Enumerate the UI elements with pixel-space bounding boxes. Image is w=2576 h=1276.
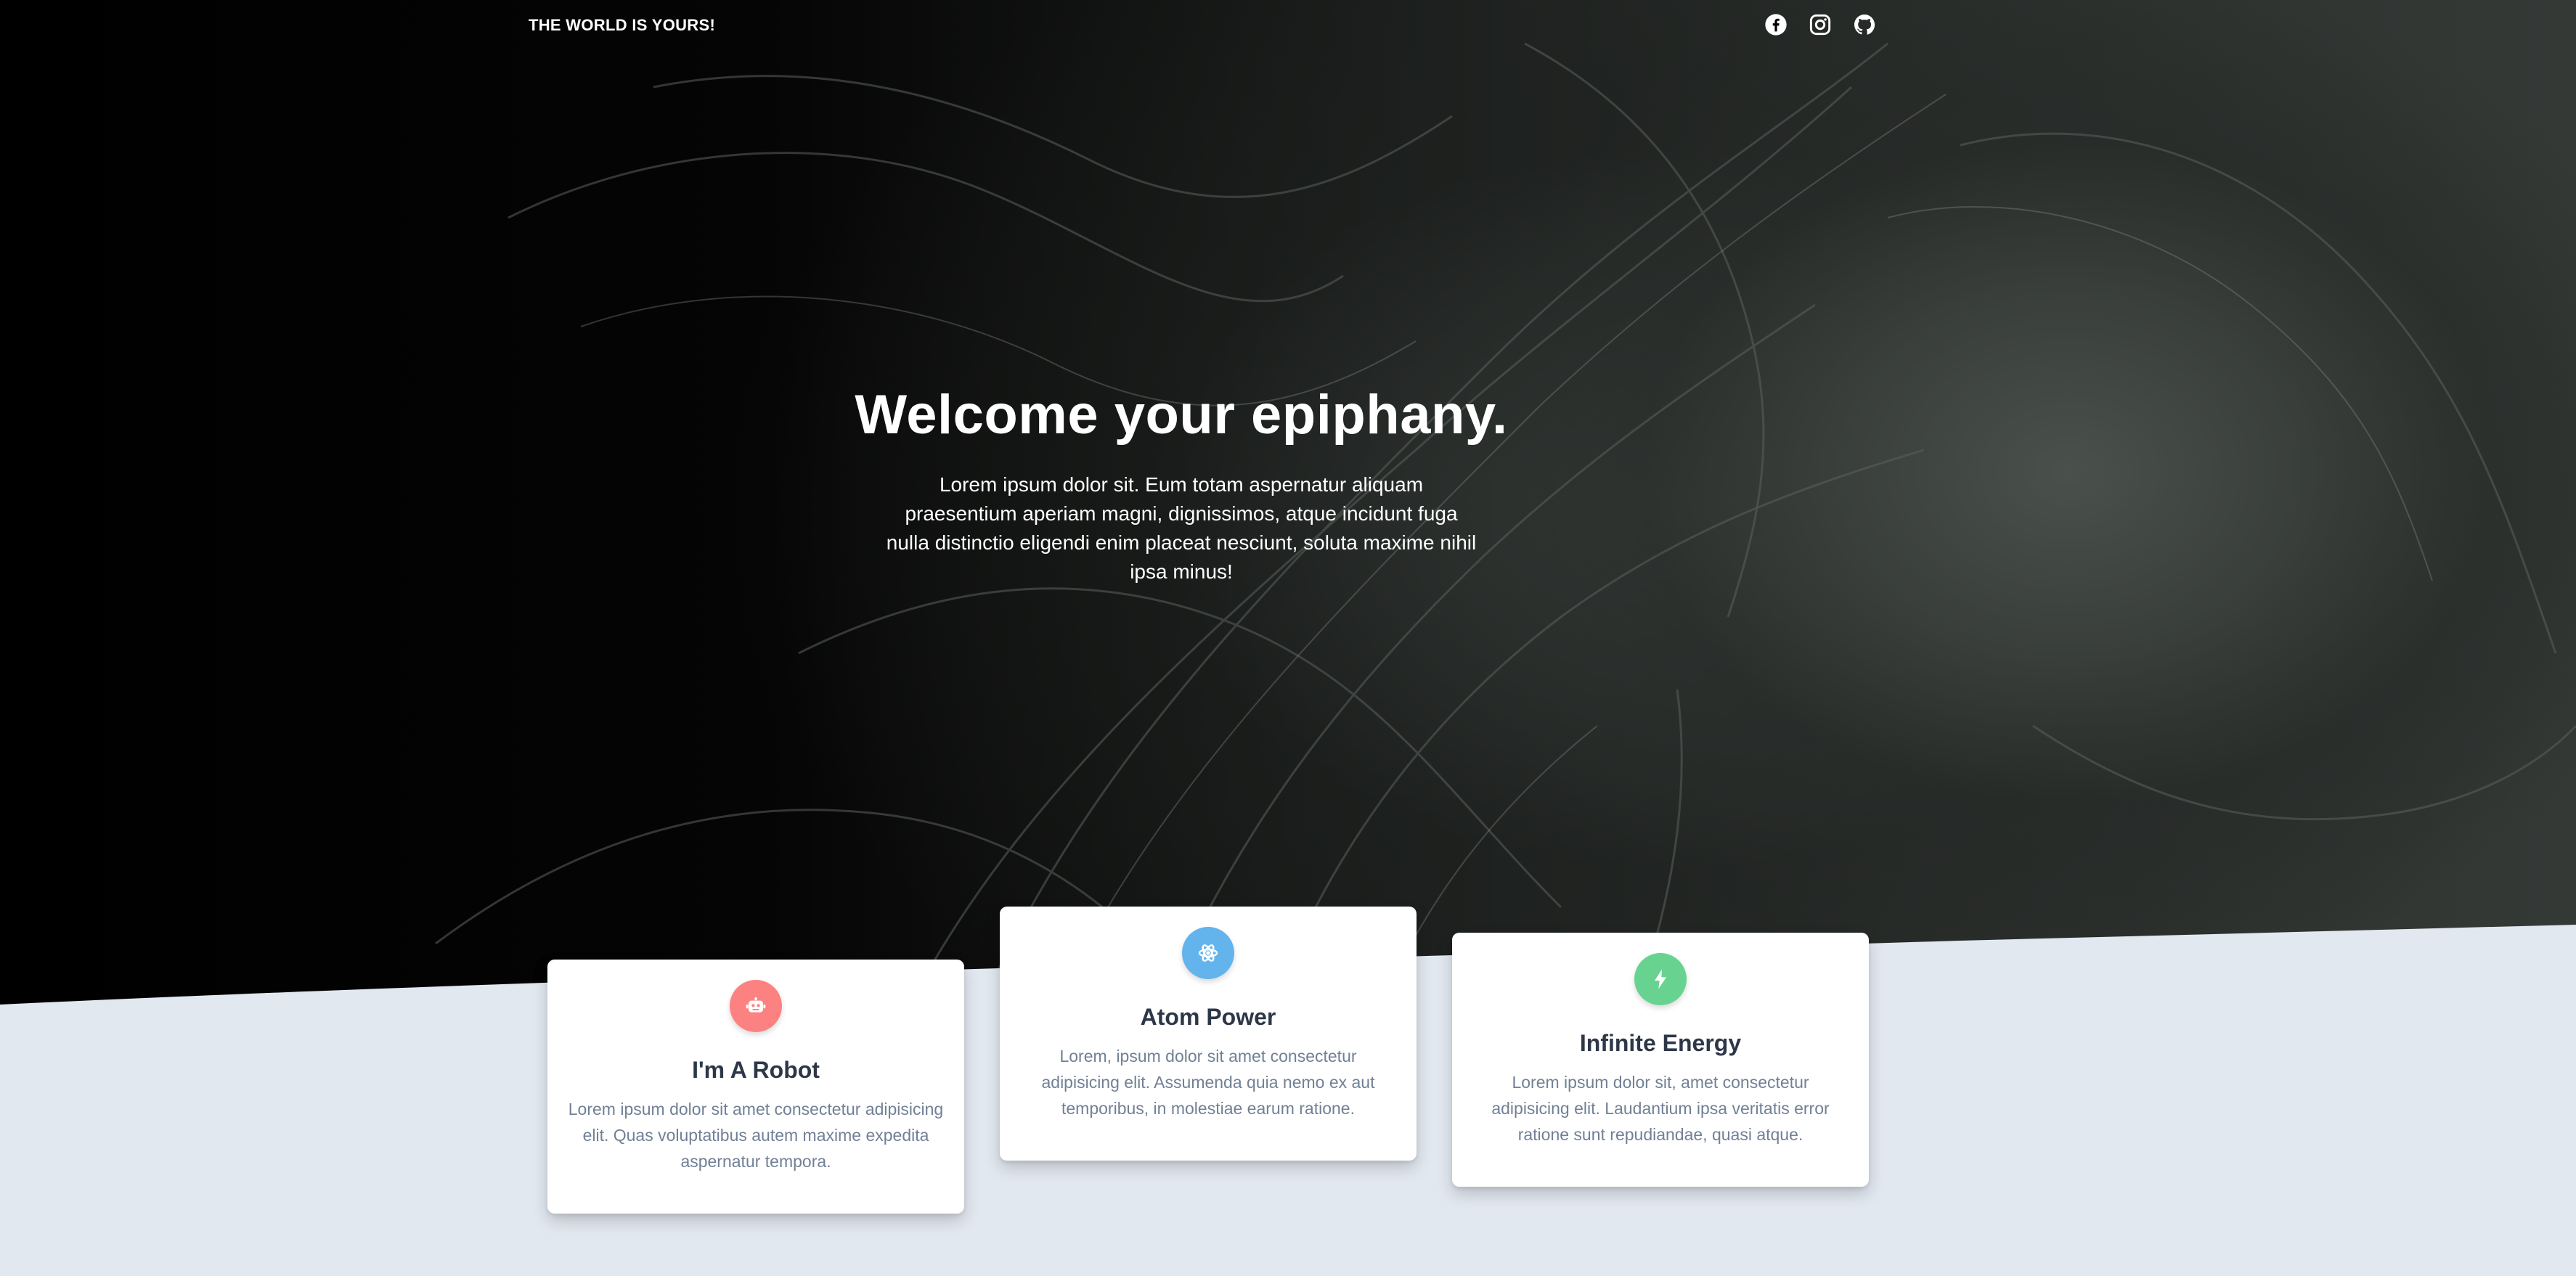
facebook-icon (1765, 14, 1787, 36)
atom-icon-badge (1182, 927, 1234, 979)
instagram-link[interactable] (1809, 13, 1832, 36)
instagram-icon (1809, 14, 1831, 36)
github-icon (1854, 15, 1875, 35)
brand-link[interactable]: THE WORLD IS YOURS! (529, 16, 715, 35)
card-title: I'm A Robot (692, 1057, 820, 1083)
card-description: Lorem, ipsum dolor sit amet consectetur … (1041, 1047, 1375, 1118)
card-description: Lorem ipsum dolor sit amet consectetur a… (568, 1100, 944, 1171)
feature-card-atom: Atom Power Lorem, ipsum dolor sit amet c… (1000, 907, 1417, 1161)
atom-icon (1198, 944, 1218, 962)
hero-title: Welcome your epiphany. (855, 384, 1508, 446)
robot-icon (746, 997, 766, 1013)
card-description: Lorem ipsum dolor sit, amet consectetur … (1491, 1073, 1830, 1144)
facebook-link[interactable] (1764, 13, 1788, 36)
bolt-icon (1655, 969, 1666, 989)
feature-card-robot: I'm A Robot Lorem ipsum dolor sit amet c… (547, 960, 964, 1214)
robot-icon-badge (730, 980, 782, 1032)
card-title: Atom Power (1140, 1004, 1276, 1030)
feature-card-energy: Infinite Energy Lorem ipsum dolor sit, a… (1452, 933, 1869, 1187)
github-link[interactable] (1853, 13, 1876, 36)
card-title: Infinite Energy (1579, 1030, 1742, 1056)
bolt-icon-badge (1634, 953, 1687, 1005)
hero-description: Lorem ipsum dolor sit. Eum totam asperna… (886, 473, 1477, 583)
